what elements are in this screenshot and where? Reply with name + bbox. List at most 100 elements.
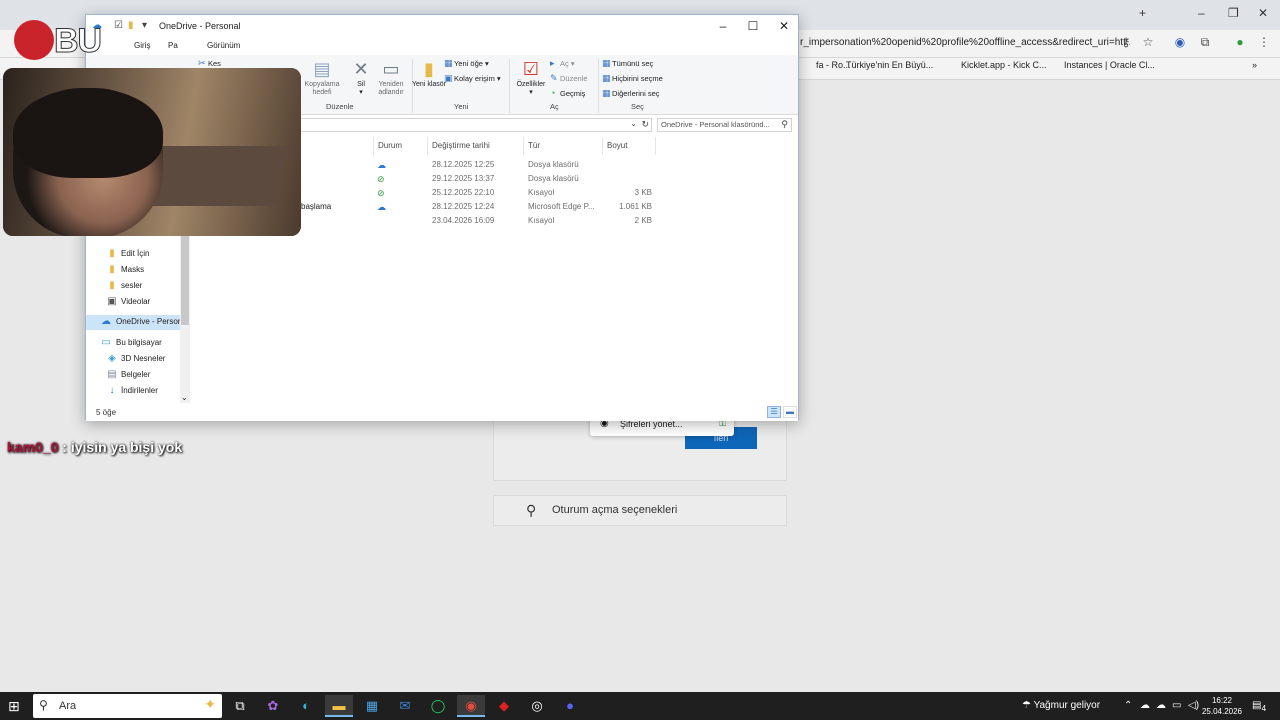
- column-divider[interactable]: [523, 137, 524, 155]
- streamer-hair: [13, 88, 163, 178]
- tab-share[interactable]: Pa: [168, 41, 178, 50]
- easy-access-button[interactable]: ▣Kolay erişim ▾: [444, 73, 501, 84]
- file-explorer-icon[interactable]: ▬: [325, 695, 353, 717]
- quick-access-dropdown-icon[interactable]: ▾: [142, 20, 147, 31]
- profile-avatar[interactable]: ●: [1232, 34, 1248, 50]
- properties-button[interactable]: ☑ Özellikler ▾: [511, 57, 551, 97]
- chat-username: kam0_0: [7, 439, 59, 455]
- open-button[interactable]: ▸ Aç ▾: [550, 58, 575, 69]
- nav-item-edit-icin[interactable]: ▮ Edit İçin: [86, 247, 180, 262]
- history-icon: ◔: [550, 88, 556, 98]
- edge-icon[interactable]: ◐: [292, 695, 320, 717]
- onedrive-tray-icon[interactable]: ☁: [1140, 700, 1150, 711]
- nav-item-this-pc[interactable]: ▭ Bu bilgisayar: [86, 336, 180, 351]
- nav-item-masks[interactable]: ▮ Masks: [86, 263, 180, 278]
- column-status[interactable]: Durum: [378, 141, 402, 150]
- column-divider[interactable]: [655, 137, 656, 155]
- details-view-icon[interactable]: ☰: [767, 406, 781, 418]
- group-new: Yeni: [454, 102, 469, 111]
- copilot-icon[interactable]: ✿: [259, 695, 287, 717]
- nav-item-downloads[interactable]: ↓ İndirilenler: [86, 384, 180, 399]
- close-icon[interactable]: ✕: [1258, 6, 1268, 20]
- nav-item-3d[interactable]: ◈ 3D Nesneler: [86, 352, 180, 367]
- volume-icon[interactable]: ◁): [1188, 700, 1199, 711]
- history-button[interactable]: ◔ Geçmiş: [550, 88, 585, 98]
- folder-icon: ▮: [109, 248, 115, 259]
- obs-icon[interactable]: ◎: [523, 695, 551, 717]
- refresh-icon[interactable]: ↻: [641, 119, 649, 130]
- close-icon[interactable]: ✕: [774, 19, 794, 33]
- address-bar[interactable]: r_impersonation%20openid%20profile%20off…: [800, 32, 1130, 54]
- weather-widget[interactable]: ☂ Yağmur geliyor: [1022, 700, 1100, 711]
- column-size[interactable]: Boyut: [607, 141, 627, 150]
- nav-item-videolar[interactable]: ▣ Videolar: [86, 295, 180, 310]
- new-folder-button[interactable]: ▮ Yeni klasör: [409, 57, 449, 89]
- menu-icon[interactable]: ⋮: [1256, 34, 1272, 50]
- bookmark-item[interactable]: Instances | Oracle Cl...: [1064, 60, 1155, 70]
- store-icon[interactable]: ▦: [358, 695, 386, 717]
- windows-start-icon[interactable]: ⊞: [8, 698, 20, 715]
- bookmark-item[interactable]: Türkiye'nin En Büyü...: [846, 60, 933, 70]
- minimize-icon[interactable]: –: [1198, 6, 1205, 20]
- bookmark-star-icon[interactable]: ☆: [1140, 34, 1156, 50]
- address-bar[interactable]: ⌄ ↻: [300, 118, 652, 132]
- tab-home[interactable]: Giriş: [134, 41, 150, 50]
- extension-icon[interactable]: ◉: [1172, 34, 1188, 50]
- large-icons-view-icon[interactable]: ▬: [783, 406, 797, 418]
- notification-icon[interactable]: ▤4: [1252, 700, 1266, 713]
- maximize-icon[interactable]: ☐: [743, 19, 763, 33]
- password-key-icon[interactable]: ⚷: [1118, 34, 1134, 50]
- column-divider[interactable]: [373, 137, 374, 155]
- signin-options-button[interactable]: ⚲ Oturum açma seçenekleri: [493, 495, 787, 526]
- network-icon[interactable]: ▭: [1172, 700, 1181, 711]
- column-date[interactable]: Değiştirme tarihi: [432, 141, 490, 150]
- rain-cloud-icon: ☂: [1022, 700, 1034, 711]
- maximize-icon[interactable]: ❐: [1228, 6, 1239, 20]
- folder-icon: ▮: [109, 280, 115, 291]
- select-none-button[interactable]: ▦Hiçbirini seçme: [602, 73, 663, 84]
- whatsapp-icon[interactable]: ◯: [424, 695, 452, 717]
- copy-path-button[interactable]: ▤ Kopyalama hedefi: [302, 57, 342, 97]
- tray-expand-icon[interactable]: ⌃: [1124, 700, 1132, 711]
- minimize-icon[interactable]: –: [713, 19, 733, 33]
- clock[interactable]: 16:22 25.04.2026: [1200, 695, 1244, 717]
- folder-icon: ▮: [109, 264, 115, 275]
- search-box[interactable]: OneDrive - Personal klasöründ... ⚲: [657, 118, 792, 132]
- column-type[interactable]: Tür: [528, 141, 540, 150]
- clock-time: 16:22: [1211, 696, 1233, 705]
- select-all-button[interactable]: ▦Tümünü seç: [602, 58, 653, 69]
- amd-icon[interactable]: ◆: [490, 695, 518, 717]
- address-dropdown-icon[interactable]: ⌄: [630, 119, 637, 128]
- scroll-down-icon[interactable]: ⌄: [181, 393, 188, 402]
- more-bookmarks-icon[interactable]: »: [1252, 60, 1257, 70]
- nav-item-label: Videolar: [121, 297, 151, 306]
- invert-selection-button[interactable]: ▦Diğerlerini seç: [602, 88, 660, 99]
- new-item-icon: ▦: [444, 58, 453, 68]
- edit-button[interactable]: ✎ Düzenle: [550, 73, 588, 84]
- nav-item-onedrive[interactable]: ☁ OneDrive - Personal: [86, 315, 180, 330]
- chrome-icon[interactable]: ◉: [457, 695, 485, 717]
- properties-check-icon: ☑: [522, 59, 540, 79]
- copy-path-icon: ▤: [313, 59, 331, 79]
- mail-icon[interactable]: ✉: [391, 695, 419, 717]
- discord-icon[interactable]: ●: [556, 695, 584, 717]
- rename-button[interactable]: ▭ Yeniden adlandır: [371, 57, 411, 97]
- new-tab-icon[interactable]: +: [1139, 6, 1146, 20]
- column-divider[interactable]: [427, 137, 428, 155]
- select-all-icon: ▦: [602, 58, 611, 68]
- group-select: Seç: [631, 102, 644, 111]
- bookmark-item[interactable]: Kicklet.app - Kick C...: [961, 60, 1047, 70]
- tab-view[interactable]: Görünüm: [207, 41, 240, 50]
- taskbar-search[interactable]: ⚲ Ara ✦: [33, 694, 222, 718]
- nav-item-sesler[interactable]: ▮ sesler: [86, 279, 180, 294]
- logo-mark: [14, 20, 54, 60]
- nav-scrollbar-thumb[interactable]: [181, 225, 189, 325]
- history-label: Geçmiş: [560, 89, 586, 98]
- task-view-icon[interactable]: ⧉: [226, 695, 254, 717]
- new-item-button[interactable]: ▦Yeni öğe ▾: [444, 58, 489, 69]
- cloud-tray-icon[interactable]: ☁: [1156, 700, 1166, 711]
- nav-item-documents[interactable]: ▤ Belgeler: [86, 368, 180, 383]
- extensions-puzzle-icon[interactable]: ⧉: [1197, 34, 1213, 50]
- column-divider[interactable]: [602, 137, 603, 155]
- file-size: 3 KB: [634, 188, 652, 197]
